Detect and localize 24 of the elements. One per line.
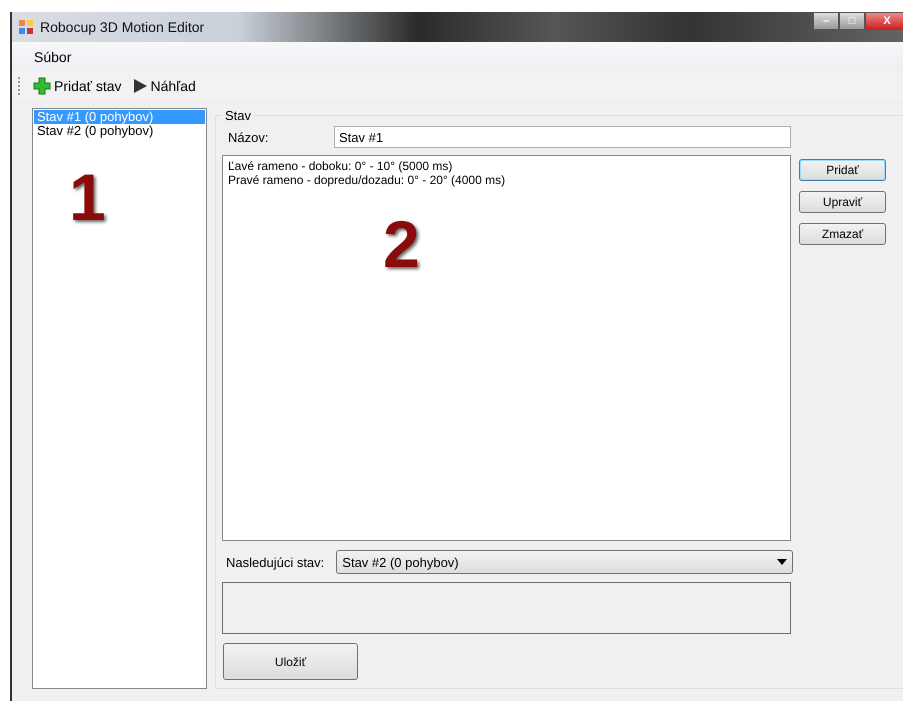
- annotation-number: 2: [383, 211, 420, 277]
- list-item[interactable]: Stav #2 (0 pohybov): [34, 124, 205, 138]
- next-state-dropdown[interactable]: Stav #2 (0 pohybov): [336, 550, 794, 574]
- action-button[interactable]: Pridať: [799, 159, 886, 181]
- list-item[interactable]: Pravé rameno - dopredu/dozadu: 0° - 20° (4000 ms): [228, 173, 785, 187]
- caret-icon: [777, 559, 788, 565]
- menu-item[interactable]: Súbor: [34, 49, 72, 65]
- save-button[interactable]: Uložiť: [223, 643, 358, 680]
- toolbar-button[interactable]: Náhľad: [128, 78, 199, 94]
- plus-icon: [33, 77, 51, 95]
- toolbar-button[interactable]: Pridať stav: [30, 77, 124, 95]
- app-icon: [18, 19, 34, 35]
- action-button[interactable]: Zmazať: [799, 223, 886, 245]
- next-state-label: Nasledujúci stav:: [225, 554, 324, 570]
- group-title: Stav: [224, 108, 252, 123]
- action-button[interactable]: Upraviť: [799, 191, 886, 213]
- close-button[interactable]: X: [865, 12, 903, 30]
- name-label: Názov:: [227, 130, 270, 144]
- annotation-number: 1: [69, 164, 106, 230]
- name-field[interactable]: Stav #1: [334, 126, 791, 148]
- list-item[interactable]: Ľavé rameno - doboku: 0° - 10° (5000 ms): [228, 159, 785, 173]
- toolbar-grip: [18, 77, 22, 95]
- play-icon: [132, 78, 148, 94]
- window-title: Robocup 3D Motion Editor: [40, 19, 204, 35]
